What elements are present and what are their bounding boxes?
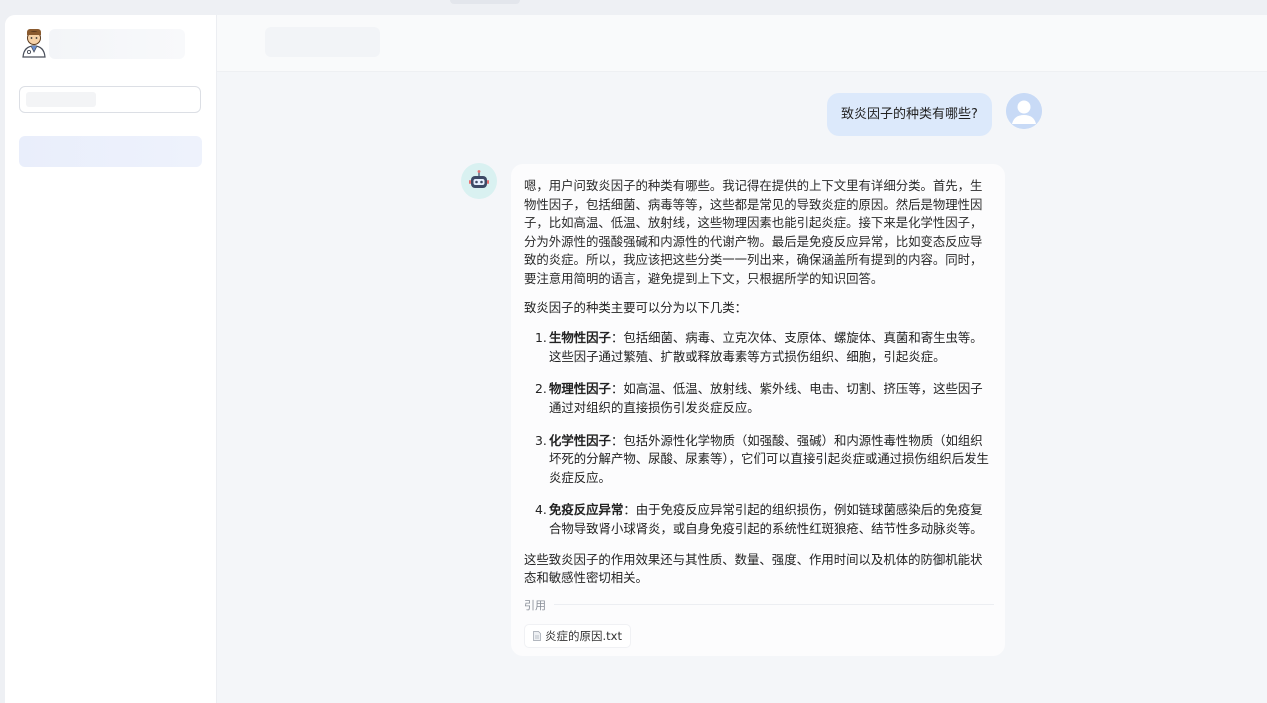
list-item: 3. 化学性因子：包括外源性化学物质（如强酸、强碱）和内源性毒性物质（如组织坏死的… xyxy=(535,432,989,485)
list-item-text: ：包括细菌、病毒、立克次体、支原体、螺旋体、真菌和寄生虫等。这些因子通过繁殖、扩… xyxy=(549,330,983,364)
references-label: 引用 xyxy=(524,598,546,612)
app-window: 致炎因子的种类有哪些? 嗯，用户问致炎因子的种类有哪些。我记得在提供的上下文里有… xyxy=(5,15,1267,703)
answer-closing-text: 这些致炎因子的作用效果还与其性质、数量、强度、作用时间以及机体的防御机能状态和敏… xyxy=(524,551,983,586)
list-item-text: ：包括外源性化学物质（如强酸、强碱）和内源性毒性物质（如组织坏死的分解产物、尿酸… xyxy=(549,432,989,485)
user-message-bubble: 致炎因子的种类有哪些? xyxy=(827,93,992,136)
chat-header xyxy=(217,15,1267,72)
list-item: 1. 生物性因子：包括细菌、病毒、立克次体、支原体、螺旋体、真菌和寄生虫等。这些因… xyxy=(535,330,983,364)
list-item-title: 免疫反应异常 xyxy=(549,502,624,518)
app-logo-icon[interactable] xyxy=(19,27,49,59)
reference-file-chip[interactable]: 炎症的原因.txt xyxy=(524,623,631,648)
list-item-title: 化学性因子 xyxy=(549,432,611,448)
divider-line xyxy=(554,603,994,605)
sidebar-item-active-conversation[interactable] xyxy=(19,136,202,167)
header-title-placeholder xyxy=(265,27,380,57)
window-tab-indicator xyxy=(450,0,520,4)
assistant-thinking-text: 嗯，用户问致炎因子的种类有哪些。我记得在提供的上下文里有详细分类。首先，生物性因… xyxy=(524,178,983,286)
answer-lead-text: 致炎因子的种类主要可以分为以下几类： xyxy=(524,299,748,315)
list-item-text: ：如高温、低温、放射线、紫外线、电击、切割、挤压等，这些因子通过对组织的直接损伤… xyxy=(549,381,983,415)
user-avatar-icon xyxy=(1006,93,1042,129)
list-item-title: 物理性因子 xyxy=(549,381,611,397)
list-item-title: 生物性因子 xyxy=(549,330,611,346)
sidebar xyxy=(5,15,217,703)
search-placeholder-blur xyxy=(26,92,96,107)
references-divider: 引用 xyxy=(524,597,994,612)
chat-area[interactable]: 致炎因子的种类有哪些? 嗯，用户问致炎因子的种类有哪些。我记得在提供的上下文里有… xyxy=(217,72,1267,703)
brand-name-placeholder xyxy=(49,29,185,59)
sidebar-search-input[interactable] xyxy=(19,86,201,113)
reference-file-name: 炎症的原因.txt xyxy=(545,628,622,643)
list-item: 4. 免疫反应异常：由于免疫反应异常引起的组织损伤，例如链球菌感染后的免疫复合物导… xyxy=(535,502,983,536)
bot-avatar-icon xyxy=(461,163,497,199)
answer-list: 1. 生物性因子：包括细菌、病毒、立克次体、支原体、螺旋体、真菌和寄生虫等。这些因… xyxy=(524,329,992,538)
list-item: 2. 物理性因子：如高温、低温、放射线、紫外线、电击、切割、挤压等，这些因子通过对… xyxy=(535,381,983,415)
window-top-strip xyxy=(0,0,1267,14)
file-icon xyxy=(533,630,541,641)
assistant-message-card: 嗯，用户问致炎因子的种类有哪些。我记得在提供的上下文里有详细分类。首先，生物性因… xyxy=(511,164,1005,656)
